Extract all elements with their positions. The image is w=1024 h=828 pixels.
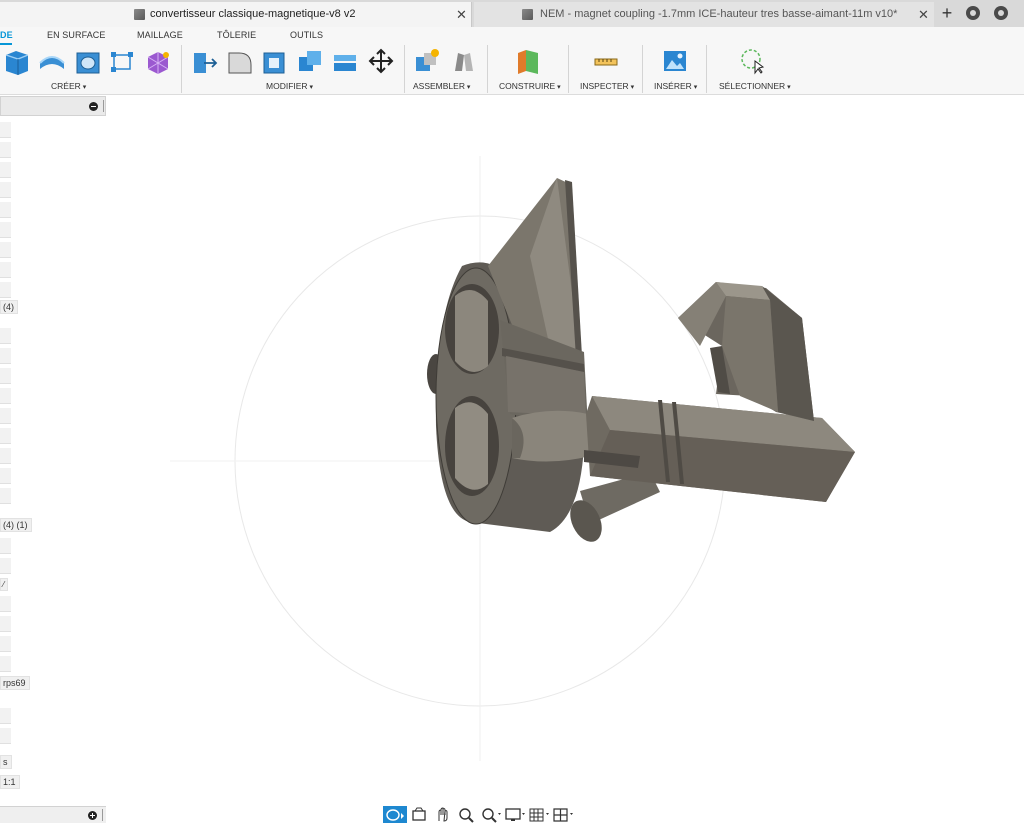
browser-tree-row[interactable]: [0, 558, 11, 574]
joint-icon[interactable]: [450, 47, 478, 75]
browser-tree-row[interactable]: [0, 538, 11, 554]
panel-pin-icon[interactable]: [103, 100, 104, 112]
browser-tree-row[interactable]: [0, 708, 11, 724]
browser-item-s[interactable]: s: [0, 755, 12, 769]
3d-viewport[interactable]: [110, 96, 1024, 806]
browser-tree-row[interactable]: [0, 122, 11, 138]
measure-icon[interactable]: [592, 47, 620, 75]
toolbar-separator: [487, 45, 488, 93]
workspace-tab-design[interactable]: DE: [0, 30, 13, 40]
browser-tree-row[interactable]: [0, 428, 11, 444]
fillet-icon[interactable]: [225, 47, 253, 75]
browser-tree-row[interactable]: [0, 202, 11, 218]
workspace-tab-mesh[interactable]: MAILLAGE: [137, 30, 183, 40]
extrude-tool-icon[interactable]: [2, 47, 30, 75]
browser-tree-row[interactable]: [0, 282, 11, 298]
collapse-icon[interactable]: [89, 102, 98, 111]
browser-tree-row[interactable]: [0, 728, 11, 744]
active-tab-indicator: [0, 43, 12, 45]
component-icon: [522, 9, 533, 20]
browser-tree-row[interactable]: [0, 182, 11, 198]
select-icon[interactable]: [738, 47, 766, 75]
form-tool-icon[interactable]: [144, 47, 172, 75]
hole-tool-icon[interactable]: [74, 47, 102, 75]
toolbar-separator: [181, 45, 182, 93]
browser-tree-row[interactable]: [0, 142, 11, 158]
browser-tree-row[interactable]: [0, 388, 11, 404]
document-tab-title: convertisseur classique-magnetique-v8 v2: [150, 8, 356, 20]
close-tab-icon[interactable]: ✕: [918, 7, 929, 23]
toolbar-separator: [404, 45, 405, 93]
viewports-icon[interactable]: [551, 806, 575, 823]
add-comment-icon[interactable]: [88, 811, 97, 820]
workspace-tab-surface[interactable]: EN SURFACE: [47, 30, 106, 40]
toolbar-separator: [568, 45, 569, 93]
browser-tree-row[interactable]: [0, 408, 11, 424]
browser-tree-row[interactable]: [0, 488, 11, 504]
browser-tree-row[interactable]: [0, 262, 11, 278]
combine-icon[interactable]: [296, 47, 324, 75]
display-settings-icon[interactable]: [503, 806, 527, 823]
browser-tree-row[interactable]: [0, 242, 11, 258]
document-tab-title: NEM - magnet coupling -1.7mm ICE-hauteur…: [540, 8, 898, 20]
model-body[interactable]: [427, 178, 855, 547]
construct-menu[interactable]: CONSTRUIRE: [499, 81, 561, 91]
offset-face-icon[interactable]: [331, 47, 359, 75]
browser-tree-row[interactable]: [0, 616, 11, 632]
browser-panel-header: [0, 96, 106, 116]
sync-status-icon[interactable]: [966, 6, 980, 20]
component-icon: [134, 9, 145, 20]
insert-menu[interactable]: INSÉRER: [654, 81, 697, 91]
browser-tree-row[interactable]: [0, 222, 11, 238]
orbit-icon[interactable]: [383, 806, 407, 823]
browser-tree-rail: [0, 118, 11, 806]
shell-icon[interactable]: [260, 47, 288, 75]
construction-plane-icon[interactable]: [514, 47, 542, 75]
browser-item-scale[interactable]: 1:1: [0, 775, 20, 789]
toolbar-separator: [706, 45, 707, 93]
look-at-icon[interactable]: [407, 806, 431, 823]
pan-icon[interactable]: [431, 806, 455, 823]
revolve-tool-icon[interactable]: [38, 47, 66, 75]
modify-menu[interactable]: MODIFIER: [266, 81, 313, 91]
browser-tree-row[interactable]: [0, 162, 11, 178]
browser-tree-row[interactable]: [0, 328, 11, 344]
panel-pin-icon[interactable]: [102, 809, 103, 821]
press-pull-icon[interactable]: [190, 47, 218, 75]
document-tab-inactive[interactable]: NEM - magnet coupling -1.7mm ICE-hauteur…: [474, 2, 934, 27]
browser-tree-row[interactable]: [0, 448, 11, 464]
toolbar-separator: [642, 45, 643, 93]
comments-panel-header: [0, 806, 106, 823]
zoom-window-icon[interactable]: [479, 806, 503, 823]
browser-tree-row[interactable]: [0, 348, 11, 364]
browser-item-body[interactable]: rps69: [0, 676, 30, 690]
document-tab-bar: convertisseur classique-magnetique-v8 v2…: [0, 0, 1024, 27]
workspace-tab-sheet-metal[interactable]: TÔLERIE: [217, 30, 256, 40]
create-menu[interactable]: CRÉER: [51, 81, 86, 91]
zoom-icon[interactable]: [455, 806, 479, 823]
browser-tree-row[interactable]: [0, 656, 11, 672]
job-status-icon[interactable]: [994, 6, 1008, 20]
inspect-menu[interactable]: INSPECTER: [580, 81, 634, 91]
assemble-menu[interactable]: ASSEMBLER: [413, 81, 470, 91]
move-copy-icon[interactable]: [367, 47, 395, 75]
browser-tree-row[interactable]: [0, 368, 11, 384]
browser-tree-row[interactable]: [0, 636, 11, 652]
new-tab-button[interactable]: +: [937, 4, 957, 24]
insert-image-icon[interactable]: [661, 47, 689, 75]
new-component-icon[interactable]: [413, 47, 441, 75]
select-menu[interactable]: SÉLECTIONNER: [719, 81, 791, 91]
grid-icon[interactable]: [527, 806, 551, 823]
browser-tree-row[interactable]: [0, 468, 11, 484]
close-tab-icon[interactable]: ✕: [456, 7, 467, 23]
document-tab-active[interactable]: convertisseur classique-magnetique-v8 v2…: [0, 2, 472, 27]
browser-tree-row[interactable]: [0, 596, 11, 612]
sketch-dimension-icon[interactable]: [108, 47, 136, 75]
workspace-tab-tools[interactable]: OUTILS: [290, 30, 323, 40]
browser-item-count[interactable]: (4) (1): [0, 518, 32, 532]
toolbar: DE EN SURFACE MAILLAGE TÔLERIE OUTILS CR…: [0, 27, 1024, 95]
browser-item-count[interactable]: (4): [0, 300, 18, 314]
navigation-bar: [383, 806, 579, 823]
browser-item-glyph[interactable]: ⁄: [0, 578, 9, 591]
